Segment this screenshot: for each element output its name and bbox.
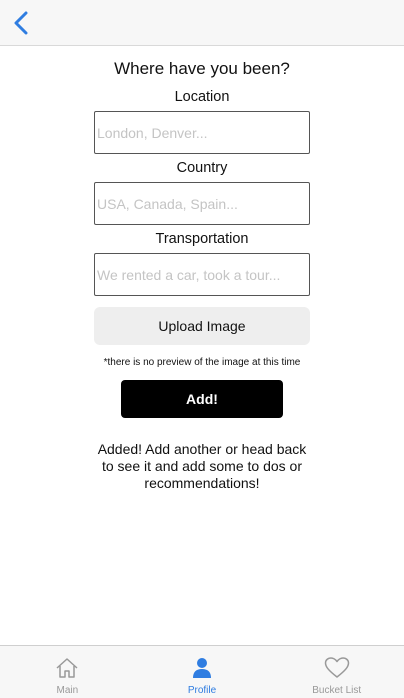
person-icon bbox=[189, 655, 215, 681]
page-title: Where have you been? bbox=[114, 59, 290, 78]
home-icon bbox=[54, 655, 80, 681]
location-label: Location bbox=[174, 89, 230, 105]
country-input[interactable] bbox=[94, 182, 310, 225]
add-place-form: Where have you been? Location Country Tr… bbox=[0, 46, 404, 644]
tab-bucket-list[interactable]: Bucket List bbox=[269, 646, 404, 698]
tab-profile[interactable]: Profile bbox=[135, 646, 270, 698]
heart-icon bbox=[324, 655, 350, 681]
back-button[interactable] bbox=[6, 8, 36, 38]
upload-image-button[interactable]: Upload Image bbox=[94, 307, 310, 345]
status-message: Added! Add another or head back to see i… bbox=[97, 441, 307, 491]
chevron-left-icon bbox=[14, 11, 28, 35]
tab-main-label: Main bbox=[56, 685, 79, 696]
add-button[interactable]: Add! bbox=[121, 380, 283, 418]
transportation-input[interactable] bbox=[94, 253, 310, 296]
location-input[interactable] bbox=[94, 111, 310, 154]
navigation-bar bbox=[0, 0, 404, 46]
tab-bar: Main Profile Bucket List bbox=[0, 645, 404, 698]
preview-note: *there is no preview of the image at thi… bbox=[103, 357, 301, 368]
transportation-label: Transportation bbox=[155, 231, 249, 247]
tab-profile-label: Profile bbox=[187, 685, 217, 696]
country-label: Country bbox=[176, 160, 228, 176]
tab-main[interactable]: Main bbox=[0, 646, 135, 698]
tab-bucket-list-label: Bucket List bbox=[312, 685, 362, 696]
